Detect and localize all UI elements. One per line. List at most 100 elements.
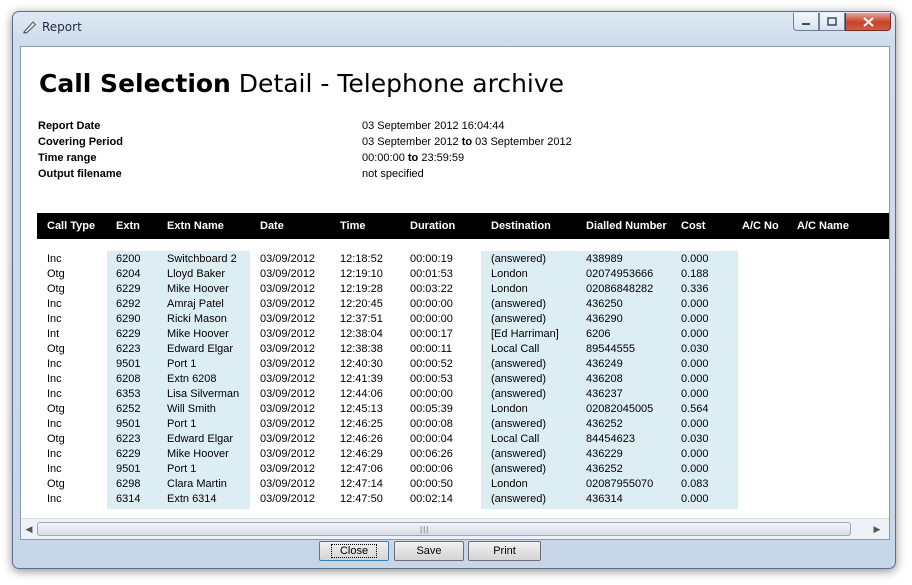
cell-destination: (answered) [491,358,547,370]
title-bar[interactable]: Report [13,12,895,42]
cell-extn-name: Will Smith [167,403,216,415]
column-header-dialled-number: Dialled Number [586,220,667,232]
cell-time: 12:38:38 [340,343,383,355]
cell-dialled-number: 89544555 [586,343,635,355]
scroll-thumb[interactable]: ||| [37,522,851,536]
cell-dialled-number: 436252 [586,418,623,430]
cell-duration: 00:01:53 [410,268,453,280]
cell-extn-name: Port 1 [167,418,197,430]
cell-dialled-number: 436237 [586,388,623,400]
cell-extn: 6290 [116,313,141,325]
cell-cost: 0.000 [681,358,709,370]
cell-destination: London [491,283,528,295]
cell-call-type: Inc [47,448,62,460]
covering-period-label: Covering Period [38,136,123,148]
table-row: Otg 6223 Edward Elgar 03/09/2012 12:38:38 00:… [21,342,889,357]
table-row: Otg 6223 Edward Elgar 03/09/2012 12:46:26 00:… [21,432,889,447]
time-range-to: 23:59:59 [421,152,465,164]
table-row: Inc 9501 Port 1 03/09/2012 12:47:06 00:00:06 (… [21,462,889,477]
maximize-icon [827,17,837,26]
cell-cost: 0.000 [681,388,709,400]
cell-duration: 00:02:14 [410,493,453,505]
close-window-button[interactable] [845,13,891,31]
cell-duration: 00:05:39 [410,403,453,415]
cell-time: 12:45:13 [340,403,383,415]
cell-extn: 6298 [116,478,141,490]
cell-destination: (answered) [491,253,547,265]
output-filename-label: Output filename [38,168,122,180]
cell-cost: 0.000 [681,253,709,265]
cell-extn-name: Clara Martin [167,478,227,490]
close-button[interactable]: Close [319,541,389,561]
cell-destination: London [491,268,528,280]
minimize-button[interactable] [793,13,819,31]
cell-cost: 0.564 [681,403,709,415]
cell-duration: 00:00:00 [410,388,453,400]
cell-extn-name: Edward Elgar [167,343,234,355]
cell-date: 03/09/2012 [260,268,316,280]
cell-extn: 9501 [116,358,141,370]
horizontal-scrollbar[interactable]: ◀ ||| ▶ [21,518,889,539]
cell-dialled-number: 02074953666 [586,268,654,280]
print-button-label: Print [493,545,516,557]
report-window: Report Call Selection Detail - Telephone… [12,11,896,569]
cell-destination: (answered) [491,373,547,385]
cell-extn-name: Extn 6208 [167,373,217,385]
cell-extn-name: Edward Elgar [167,433,234,445]
scroll-right-icon[interactable]: ▶ [871,523,883,535]
cell-dialled-number: 02086848282 [586,283,654,295]
table-row: Inc 9501 Port 1 03/09/2012 12:46:25 00:00:08 (… [21,417,889,432]
column-header-extn: Extn [116,220,140,232]
cell-destination: (answered) [491,388,547,400]
table-row: Int 6229 Mike Hoover 03/09/2012 12:38:04 00:0… [21,327,889,342]
cell-time: 12:19:28 [340,283,383,295]
cell-dialled-number: 02082045005 [586,403,654,415]
column-header-cost: Cost [681,220,706,232]
cell-call-type: Inc [47,418,62,430]
table-row: Inc 6229 Mike Hoover 03/09/2012 12:46:29 00:0… [21,447,889,462]
cell-time: 12:47:14 [340,478,383,490]
cell-extn: 6353 [116,388,141,400]
cell-dialled-number: 436208 [586,373,623,385]
cell-date: 03/09/2012 [260,433,316,445]
cell-time: 12:20:45 [340,298,383,310]
cell-dialled-number: 02087955070 [586,478,654,490]
cell-date: 03/09/2012 [260,403,316,415]
scroll-left-icon[interactable]: ◀ [23,523,35,535]
cell-time: 12:46:25 [340,418,383,430]
column-header-ac-no: A/C No [742,220,779,232]
cell-call-type: Inc [47,313,62,325]
cell-call-type: Inc [47,493,62,505]
cell-extn: 9501 [116,463,141,475]
cell-date: 03/09/2012 [260,373,316,385]
cell-extn-name: Lisa Silverman [167,388,240,400]
cell-time: 12:38:04 [340,328,383,340]
cell-duration: 00:00:53 [410,373,453,385]
table-row: Otg 6298 Clara Martin 03/09/2012 12:47:14 00:… [21,477,889,492]
cell-duration: 00:00:11 [410,343,453,355]
cell-extn: 6314 [116,493,141,505]
column-header-time: Time [340,220,366,232]
cell-dialled-number: 436249 [586,358,623,370]
column-header-ac-name: A/C Name [797,220,849,232]
print-button[interactable]: Print [468,541,541,561]
maximize-button[interactable] [819,13,845,31]
cell-extn: 6229 [116,448,141,460]
table-row: Otg 6229 Mike Hoover 03/09/2012 12:19:28 00:0… [21,282,889,297]
cell-time: 12:44:06 [340,388,383,400]
cell-call-type: Otg [47,403,65,415]
cell-duration: 00:06:26 [410,448,453,460]
save-button-label: Save [416,545,442,557]
report-content[interactable]: Call Selection Detail - Telephone archiv… [21,47,889,517]
cell-date: 03/09/2012 [260,418,316,430]
report-heading-bold: Call Selection [39,69,231,98]
save-button[interactable]: Save [394,541,464,561]
cell-call-type: Otg [47,478,65,490]
covering-period-to: 03 September 2012 [475,136,572,148]
cell-time: 12:18:52 [340,253,383,265]
column-header-extn-name: Extn Name [167,220,224,232]
cell-extn-name: Extn 6314 [167,493,217,505]
table-row: Inc 6314 Extn 6314 03/09/2012 12:47:50 00:02:… [21,492,889,507]
window-controls [793,13,891,32]
cell-duration: 00:00:04 [410,433,453,445]
